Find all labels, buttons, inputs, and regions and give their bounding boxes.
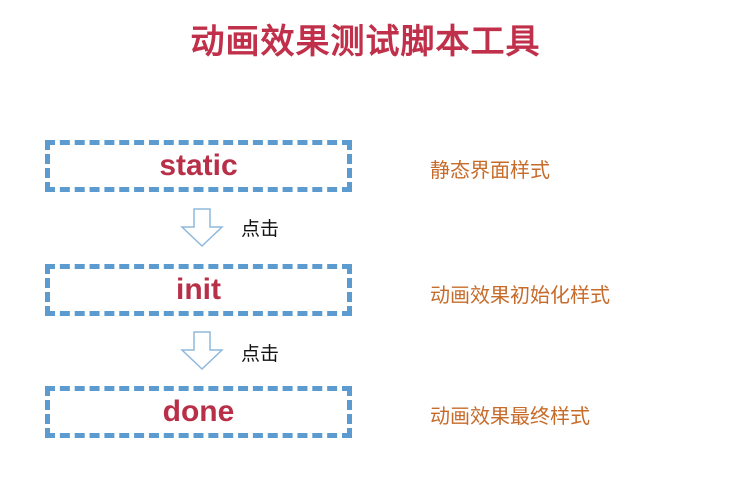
down-arrow-icon	[180, 331, 224, 371]
transition-label: 点击	[241, 218, 280, 240]
stage-description-init: 动画效果初始化样式	[430, 283, 610, 307]
stage-box-init: init	[45, 264, 352, 316]
stage-description-done: 动画效果最终样式	[430, 404, 590, 428]
stage-label-static: static	[159, 149, 238, 182]
stage-box-done: done	[45, 386, 352, 438]
page-title: 动画效果测试脚本工具	[190, 22, 541, 62]
stage-description-static: 静态界面样式	[430, 158, 550, 182]
transition-label: 点击	[241, 343, 280, 365]
stage-box-static: static	[45, 140, 352, 192]
stage-label-init: init	[176, 273, 221, 306]
down-arrow-icon	[180, 208, 224, 248]
stage-label-done: done	[162, 395, 235, 428]
